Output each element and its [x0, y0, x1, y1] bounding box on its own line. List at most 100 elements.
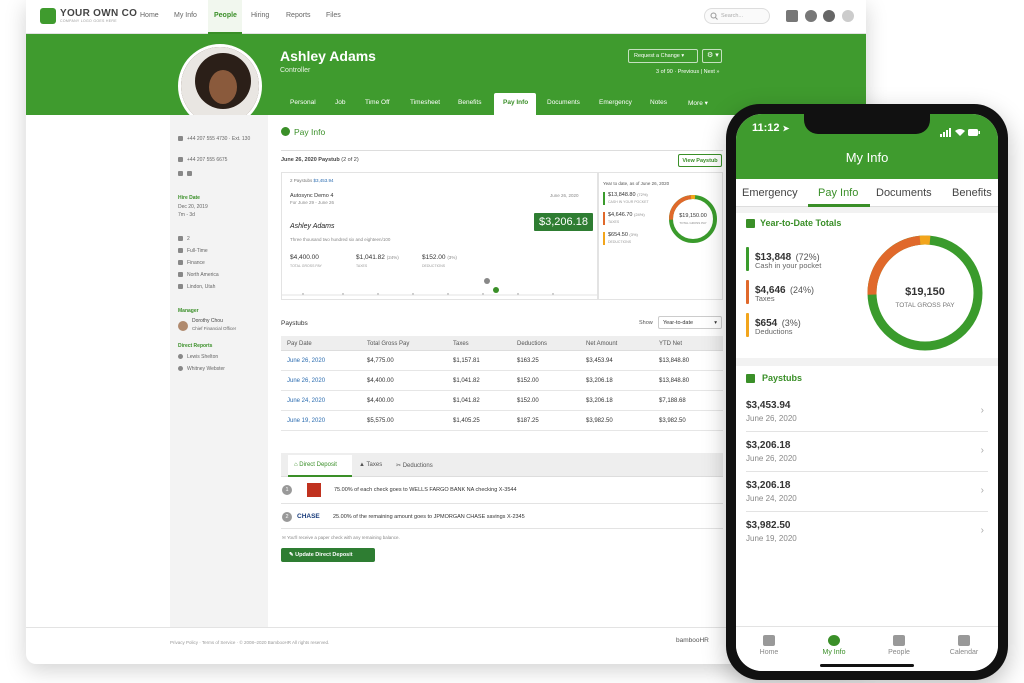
direct-report[interactable]: Whitney Webster: [178, 366, 225, 372]
phone-paystub-row[interactable]: $3,206.18 June 24, 2020 ›: [746, 472, 988, 512]
linkedin-icon[interactable]: [187, 171, 192, 177]
tab-deductions[interactable]: ✂ Deductions: [396, 462, 433, 469]
footer-text[interactable]: Privacy Policy · Terms of Service · © 20…: [170, 640, 329, 645]
bottom-nav-home[interactable]: Home: [744, 635, 794, 656]
email-icon[interactable]: [178, 171, 183, 177]
table-row[interactable]: June 26, 2020 $4,775.00 $1,157.81 $163.2…: [281, 351, 723, 371]
tab-taxes[interactable]: ▲ Taxes: [359, 462, 382, 468]
avatar[interactable]: [842, 10, 854, 22]
pay-date-link[interactable]: June 19, 2020: [287, 418, 325, 424]
nav-hiring[interactable]: Hiring: [251, 12, 269, 19]
status-time: 11:12 ➤: [752, 122, 789, 134]
net-amount-badge: $3,206.18: [534, 213, 593, 231]
table-row[interactable]: June 19, 2020 $5,575.00 $1,405.25 $187.2…: [281, 411, 723, 431]
nav-my-info[interactable]: My Info: [174, 12, 197, 19]
col-ytd-net[interactable]: YTD Net: [659, 341, 682, 347]
nav-people[interactable]: People: [214, 12, 237, 19]
request-change-label: Request a Change: [634, 53, 680, 59]
ytd-totals-title: Year-to-Date Totals: [760, 218, 842, 228]
cell-deductions: $152.00: [517, 398, 539, 404]
nav-home[interactable]: Home: [140, 12, 159, 19]
deductions-color-bar: [746, 313, 749, 337]
col-pay-date[interactable]: Pay Date: [287, 341, 312, 347]
help-icon[interactable]: [805, 10, 817, 22]
search-input[interactable]: Search...: [704, 8, 770, 24]
phone-paystub-row[interactable]: $3,453.94 June 26, 2020 ›: [746, 392, 988, 432]
paystub-timeline: [282, 278, 599, 296]
deposit-1-text: 75.00% of each check goes to WELLS FARGO…: [334, 487, 517, 493]
tab-personal[interactable]: Personal: [290, 99, 316, 106]
hire-tenure: 7m - 3d: [178, 212, 195, 218]
paystubs-amount[interactable]: $3,453.94: [314, 178, 334, 183]
settings-button[interactable]: ⚙ ▾: [702, 49, 722, 63]
ytd-taxes-pct: (24%): [634, 212, 645, 217]
taxes-color-bar: [603, 212, 605, 225]
department-icon: [178, 260, 183, 266]
phone-tab-emergency[interactable]: Emergency: [742, 187, 798, 199]
col-net[interactable]: Net Amount: [586, 341, 617, 347]
work-phone[interactable]: +44 207 555 4730 · Ext. 130: [178, 135, 262, 143]
bottom-nav-people[interactable]: People: [874, 635, 924, 656]
pay-date-link[interactable]: June 26, 2020: [287, 378, 325, 384]
inbox-icon[interactable]: [786, 10, 798, 22]
phone-paystub-date: June 26, 2020: [746, 454, 797, 463]
mobile-phone[interactable]: +44 207 555 6675: [178, 157, 227, 163]
cell-taxes: $1,041.82: [453, 378, 480, 384]
cell-gross: $4,775.00: [367, 358, 394, 364]
phone-tab-benefits[interactable]: Benefits: [952, 187, 992, 199]
employee-number: 2: [178, 236, 190, 242]
phone-tab-documents[interactable]: Documents: [876, 187, 932, 199]
gear-icon[interactable]: [823, 10, 835, 22]
paystub-date: June 26, 2020: [550, 193, 579, 198]
user-circle-icon: [828, 635, 840, 646]
department: Finance: [178, 260, 205, 266]
tab-emergency[interactable]: Emergency: [599, 99, 632, 106]
pay-date-link[interactable]: June 24, 2020: [287, 398, 325, 404]
tab-benefits[interactable]: Benefits: [458, 99, 482, 106]
cash-color-bar: [603, 192, 605, 205]
record-pager[interactable]: 3 of 90 · Previous | Next »: [656, 69, 720, 75]
nav-files[interactable]: Files: [326, 12, 341, 19]
update-deposit-button[interactable]: ✎ Update Direct Deposit: [281, 548, 375, 562]
pay-date-link[interactable]: June 26, 2020: [287, 358, 325, 364]
col-taxes[interactable]: Taxes: [453, 341, 469, 347]
phone-ytd-taxes-pct: (24%): [790, 285, 815, 295]
employment-status-text: Full-Time: [187, 248, 208, 254]
ytd-taxes-value: $4,646.70: [608, 212, 633, 218]
tab-documents[interactable]: Documents: [547, 99, 580, 106]
manager-name[interactable]: Dorothy Chou: [192, 318, 223, 324]
nav-reports[interactable]: Reports: [286, 12, 311, 19]
tab-notes[interactable]: Notes: [650, 99, 667, 106]
bottom-nav-my-info[interactable]: My Info: [809, 635, 859, 656]
tab-pay-info[interactable]: Pay Info: [503, 99, 528, 106]
col-gross[interactable]: Total Gross Pay: [367, 341, 409, 347]
bottom-nav-calendar[interactable]: Calendar: [939, 635, 989, 656]
table-row[interactable]: June 24, 2020 $4,400.00 $1,041.82 $152.0…: [281, 391, 723, 411]
phone-tab-pay-info[interactable]: Pay Info: [818, 187, 858, 199]
tab-direct-deposit[interactable]: ⌂ Direct Deposit: [294, 462, 337, 468]
phone-paystub-date: June 26, 2020: [746, 414, 797, 423]
request-change-button[interactable]: Request a Change ▾: [628, 49, 698, 63]
phone-donut-amount: $19,150: [905, 286, 945, 298]
tab-timesheet[interactable]: Timesheet: [410, 99, 440, 106]
timeline-marker[interactable]: [484, 278, 490, 284]
timeline-marker-selected[interactable]: [493, 287, 499, 293]
taxes-color-bar: [746, 280, 749, 304]
phone-screen: 11:12 ➤ My Info Emergency Pay Info Docum…: [736, 114, 998, 671]
direct-report[interactable]: Lewis Shelton: [178, 354, 218, 360]
phone-paystub-row[interactable]: $3,206.18 June 26, 2020 ›: [746, 432, 988, 472]
show-select[interactable]: Year-to-date ▾: [658, 316, 722, 329]
col-deductions[interactable]: Deductions: [517, 341, 547, 347]
tab-taxes-label: Taxes: [366, 462, 383, 468]
phone-header: 11:12 ➤ My Info: [736, 114, 998, 179]
cell-deductions: $187.25: [517, 418, 539, 424]
cell-gross: $5,575.00: [367, 418, 394, 424]
tab-more[interactable]: More ▾: [688, 99, 708, 107]
tab-time-off[interactable]: Time Off: [365, 99, 390, 106]
show-select-value: Year-to-date: [663, 320, 694, 326]
ytd-donut-amount: $19,150.00: [679, 213, 707, 219]
view-paystub-button[interactable]: View Paystub: [678, 154, 722, 167]
table-row[interactable]: June 26, 2020 $4,400.00 $1,041.82 $152.0…: [281, 371, 723, 391]
phone-paystub-row[interactable]: $3,982.50 June 19, 2020 ›: [746, 512, 988, 552]
tab-job[interactable]: Job: [335, 99, 345, 106]
